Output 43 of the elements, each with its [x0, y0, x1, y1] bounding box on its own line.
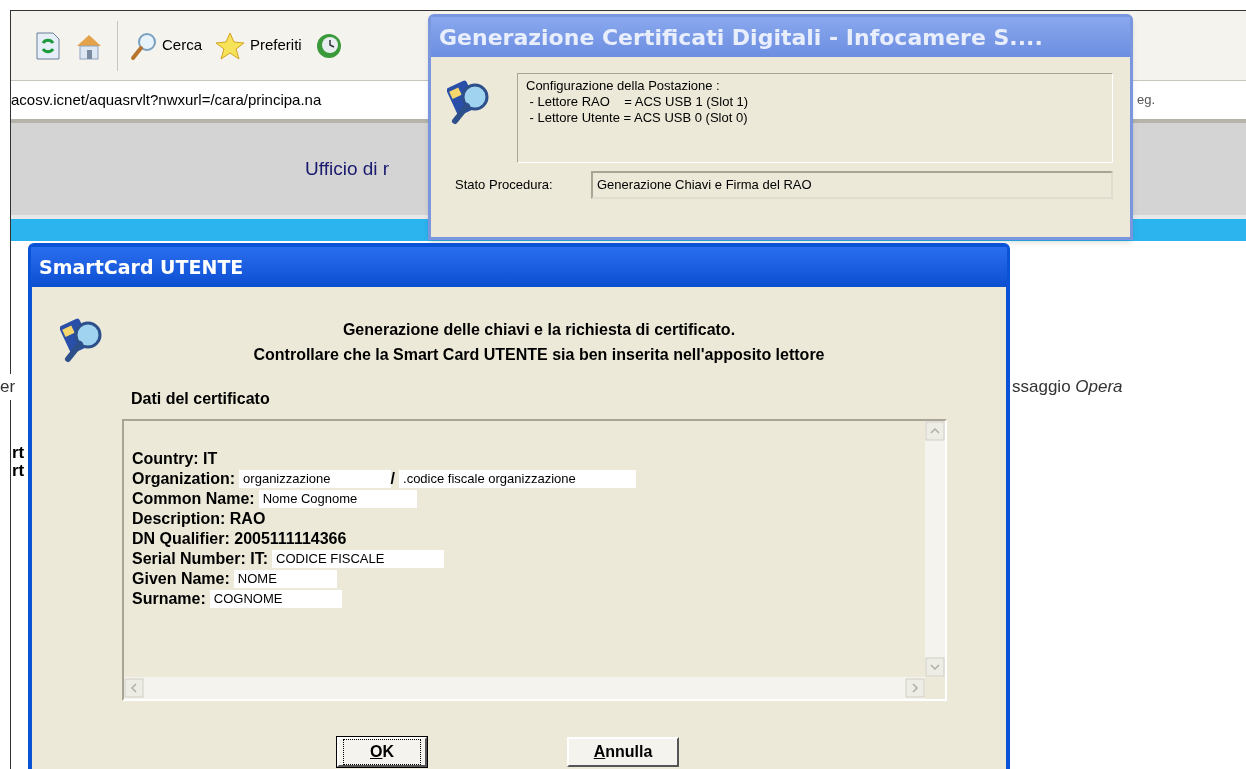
- certificate-field-text: Country: IT: [132, 449, 218, 469]
- scroll-right-icon[interactable]: [905, 678, 925, 698]
- certificate-field-text: Description: RAO: [132, 509, 266, 529]
- page-text: er: [0, 374, 18, 400]
- address-text: eg.: [1137, 91, 1156, 110]
- status-field: Generazione Chiavi e Firma del RAO: [591, 171, 1113, 199]
- certificate-field-text: /: [390, 469, 395, 489]
- scroll-down-icon[interactable]: [925, 657, 945, 677]
- certificate-field-text: DN Qualifier: 2005111114366: [132, 529, 347, 549]
- configuration-text: - Lettore RAO = ACS USB 1 (Slot 1): [528, 94, 750, 110]
- address-field[interactable]: acosv.icnet/aquasrvlt?nwxurl=/cara/principa.na: [11, 88, 322, 112]
- certificate-field-text: Surname:: [132, 589, 206, 609]
- configuration-text: - Lettore Utente = ACS USB 0 (Slot 0): [528, 110, 749, 126]
- scroll-left-icon[interactable]: [124, 678, 144, 698]
- dialog-message: Generazione delle chiavi e la richiesta di certificato.: [342, 320, 736, 340]
- toolbar-button[interactable]: Cerca: [130, 30, 202, 61]
- vertical-scrollbar[interactable]: [925, 421, 945, 677]
- window-title: Generazione Certificati Digitali - Infocamere S....: [439, 23, 1043, 52]
- certificate-field-text: Given Name:: [132, 569, 230, 589]
- search-icon[interactable]: [130, 30, 158, 61]
- dialog-button[interactable]: Annulla: [567, 737, 679, 767]
- certificate-field-value: COGNOME: [209, 590, 343, 608]
- certificate-field-value: Nome Cognome: [258, 490, 418, 508]
- window-title: SmartCard UTENTE: [39, 254, 244, 280]
- scroll-up-icon[interactable]: [925, 421, 945, 441]
- star-icon[interactable]: [214, 30, 246, 61]
- certificate-field-text: Serial Number: IT:: [132, 549, 269, 569]
- certificate-field-value: CODICE FISCALE: [272, 550, 445, 568]
- certificate-field-text: Common Name:: [132, 489, 255, 509]
- configuration-text: Configurazione della Postazione :: [526, 78, 721, 94]
- horizontal-scrollbar[interactable]: [124, 677, 925, 699]
- certificate-field-value: NOME: [233, 570, 337, 588]
- dialog-button[interactable]: OK: [337, 737, 427, 767]
- page-text: ssaggio Opera: [1012, 376, 1123, 398]
- toolbar-button[interactable]: Preferiti: [214, 30, 302, 61]
- certificate-field-value: .codice fiscale organizzazione: [399, 470, 636, 488]
- status-label: Stato Procedura:: [455, 176, 554, 195]
- section-label: Dati del certificato: [131, 390, 270, 407]
- certificate-field-text: Organization:: [132, 469, 236, 489]
- certificate-field-value: organizzazione: [239, 470, 391, 488]
- page-heading: Ufficio di r: [305, 156, 390, 181]
- refresh-icon[interactable]: [35, 30, 61, 61]
- dialog-message: Controllare che la Smart Card UTENTE sia ben inserita nell'apposito lettore: [253, 345, 825, 365]
